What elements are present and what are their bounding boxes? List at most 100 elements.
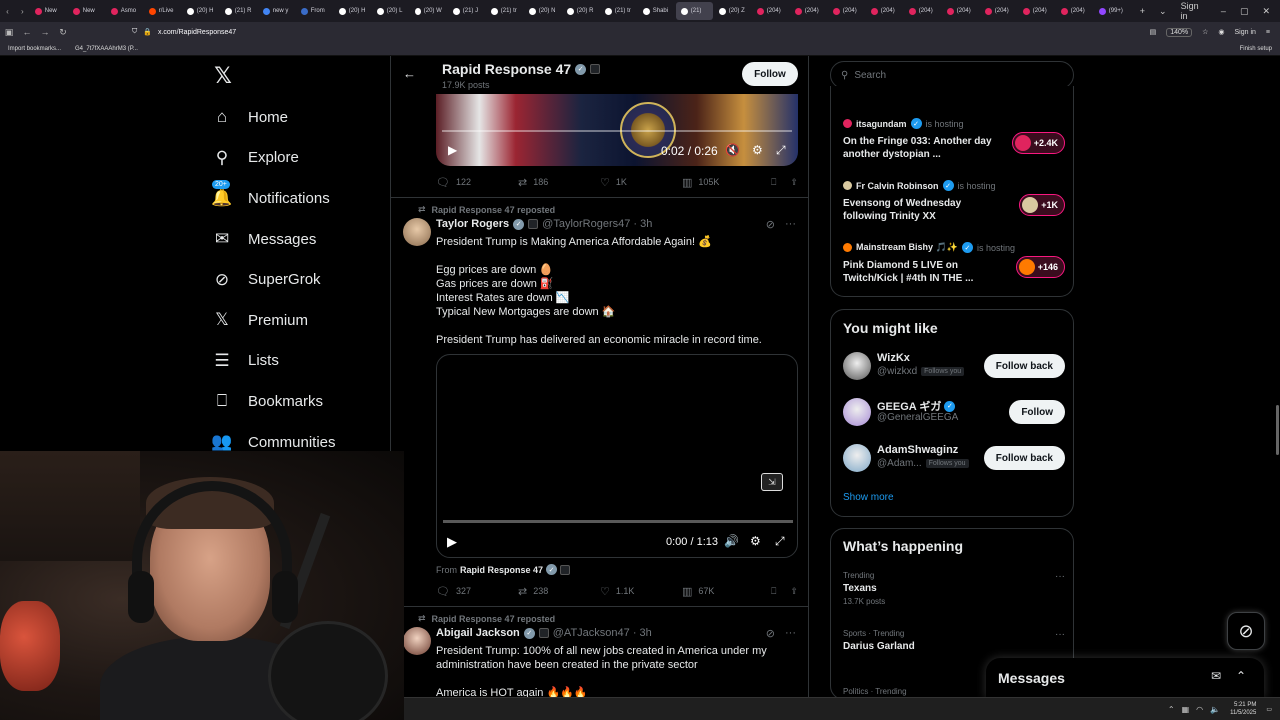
live-space-item[interactable]: Mainstream Bishy 🎵✨ ✓ is hosting Pink Diamo… [843, 242, 1065, 285]
bookmark-icon[interactable]: ⎕ [771, 177, 776, 188]
follow-button[interactable]: Follow [742, 62, 798, 86]
suggested-user-handle[interactable]: @GeneralGEEGA [877, 412, 958, 423]
like-button[interactable]: ♡ 1K [600, 176, 682, 189]
zoom-level[interactable]: 140% [1166, 27, 1193, 37]
follow-back-button[interactable]: Follow back [983, 354, 1065, 378]
settings-gear-icon[interactable]: ⚙ [752, 143, 763, 157]
browser-tab[interactable]: (204) [904, 2, 941, 20]
space-title[interactable]: Evensong of Wednesday following Trinity … [843, 197, 993, 223]
suggested-user-handle[interactable]: @Adam... [877, 458, 922, 469]
browser-tab[interactable]: (21) [675, 2, 713, 20]
url-field[interactable]: ⛉ 🔒 x.com/RapidResponse47 [132, 28, 236, 36]
repost-button[interactable]: ⇄ 238 [518, 585, 600, 598]
browser-tab[interactable]: Shabi [638, 2, 675, 20]
browser-tab[interactable]: From [296, 2, 333, 20]
from-account-link[interactable]: Rapid Response 47 [460, 565, 543, 575]
video-progress-bar[interactable] [443, 520, 793, 523]
show-more-link[interactable]: Show more [843, 492, 894, 503]
space-host-name[interactable]: itsagundam [856, 119, 907, 129]
browser-tab[interactable]: (21) R [220, 2, 257, 20]
tray-chevron-icon[interactable]: ⌃ [1168, 705, 1175, 714]
wifi-icon[interactable]: ◠ [1196, 705, 1203, 714]
sidebar-toggle-icon[interactable]: ▣ [0, 27, 18, 38]
mute-icon[interactable]: 🔇 [725, 143, 740, 157]
browser-tab[interactable]: (204) [828, 2, 865, 20]
browser-tab[interactable]: (204) [866, 2, 903, 20]
lock-icon[interactable]: 🔒 [143, 28, 152, 36]
browser-tab[interactable]: (21) tr [600, 2, 637, 20]
close-window-icon[interactable]: ✕ [1262, 6, 1270, 17]
tab-scroll-icon[interactable]: › [21, 7, 24, 16]
trend-item[interactable]: Trending Texans 13.7K posts ··· [843, 571, 1065, 606]
menu-icon[interactable]: ≡ [1266, 29, 1270, 36]
nav-item-premium[interactable]: 𝕏 Premium [212, 300, 336, 341]
space-listener-count[interactable]: +1K [1019, 194, 1065, 216]
reader-view-icon[interactable]: ▤ [1150, 28, 1157, 36]
browser-tab[interactable]: (20) L [372, 2, 409, 20]
browser-tab[interactable]: (21) tr [486, 2, 523, 20]
volume-icon[interactable]: 🔊 [724, 534, 739, 548]
browser-tab[interactable]: (20) Z [714, 2, 751, 20]
minimize-icon[interactable]: – [1221, 6, 1226, 16]
space-host-name[interactable]: Mainstream Bishy 🎵✨ [856, 242, 958, 253]
browser-tab[interactable]: New [68, 2, 105, 20]
browser-tab[interactable]: (204) [1018, 2, 1055, 20]
repost-label[interactable]: ⇄ Rapid Response 47 reposted [418, 613, 555, 624]
fullscreen-icon[interactable]: ⤢ [775, 534, 785, 549]
like-button[interactable]: ♡ 1.1K [600, 585, 682, 598]
search-input[interactable] [854, 69, 1045, 81]
space-title[interactable]: On the Fringe 033: Another day another d… [843, 135, 993, 161]
author-handle[interactable]: @ATJackson47 · 3h [553, 627, 652, 639]
messages-drawer[interactable]: Messages ✉ ⌃ [986, 658, 1264, 698]
author-name[interactable]: Abigail Jackson [436, 627, 520, 639]
avatar[interactable] [843, 352, 871, 380]
notification-bell-icon[interactable]: ▭ [1266, 706, 1272, 713]
avatar[interactable] [843, 398, 871, 426]
more-options-icon[interactable]: ··· [785, 218, 796, 231]
video-player[interactable]: ⇲ ▶ 0:00 / 1:13 🔊 ⚙ ⤢ [436, 354, 798, 558]
suggested-user[interactable]: GEEGA ギガ ✓ @GeneralGEEGA Follow [843, 394, 1065, 430]
nav-item-lists[interactable]: ☰ Lists [212, 341, 336, 382]
suggested-user[interactable]: WizKx @wizkxd Follows you Follow back [843, 348, 1065, 384]
system-clock[interactable]: 5:21 PM 11/5/2025 [1230, 701, 1256, 717]
suggested-user-name[interactable]: WizKx [877, 352, 910, 364]
new-tab-icon[interactable]: + [1140, 6, 1145, 16]
account-icon[interactable]: ◉ [1218, 28, 1224, 36]
suggested-user-handle[interactable]: @wizkxd [877, 366, 917, 377]
sign-in-button[interactable]: Sign in [1235, 29, 1256, 36]
forward-nav-icon[interactable]: → [36, 27, 54, 37]
nav-item-home[interactable]: ⌂ Home [212, 97, 336, 138]
nav-item-notifications[interactable]: 🔔 20+ Notifications [211, 178, 336, 219]
finish-setup-button[interactable]: Finish setup [1240, 46, 1280, 52]
browser-tab[interactable]: (20) H [182, 2, 219, 20]
share-icon[interactable]: ⇪ [790, 177, 798, 188]
suggested-user-name[interactable]: AdamShwaginz [877, 444, 958, 456]
browser-tab[interactable]: (204) [1056, 2, 1093, 20]
browser-tab[interactable]: New [30, 2, 67, 20]
back-nav-icon[interactable]: ← [18, 27, 36, 37]
list-all-tabs-icon[interactable]: ⌄ [1159, 6, 1167, 17]
browser-tab[interactable]: (204) [752, 2, 789, 20]
video-player[interactable]: ▶ 0:02 / 0:26 🔇 ⚙ ⤢ [436, 94, 798, 166]
reload-icon[interactable]: ↻ [54, 27, 72, 38]
space-listener-count[interactable]: +2.4K [1011, 132, 1065, 154]
nav-item-bookmarks[interactable]: ⎕ Bookmarks [212, 381, 336, 422]
bookmark-star-icon[interactable]: ☆ [1202, 28, 1208, 36]
volume-tray-icon[interactable]: 🔈 [1210, 705, 1220, 714]
page-scrollbar[interactable] [1276, 405, 1279, 455]
space-title[interactable]: Pink Diamond 5 LIVE on Twitch/Kick | #4t… [843, 259, 993, 285]
follow-button[interactable]: Follow [1009, 400, 1065, 424]
browser-tab[interactable]: Asmo [106, 2, 143, 20]
x-logo-icon[interactable]: 𝕏 [212, 65, 234, 87]
follow-back-button[interactable]: Follow back [983, 446, 1065, 470]
tab-nav[interactable]: ‹ › [0, 7, 30, 16]
browser-tab[interactable]: (20) H [334, 2, 371, 20]
browser-tab[interactable]: (204) [942, 2, 979, 20]
more-options-icon[interactable]: ··· [1055, 629, 1065, 640]
bookmark-icon[interactable]: ⎕ [771, 586, 776, 597]
nav-item-explore[interactable]: ⚲ Explore [212, 138, 336, 179]
more-options-icon[interactable]: ··· [785, 627, 796, 640]
avatar[interactable] [843, 444, 871, 472]
browser-tab[interactable]: (99+) [1094, 2, 1131, 20]
browser-tab[interactable]: (20) W [410, 2, 447, 20]
